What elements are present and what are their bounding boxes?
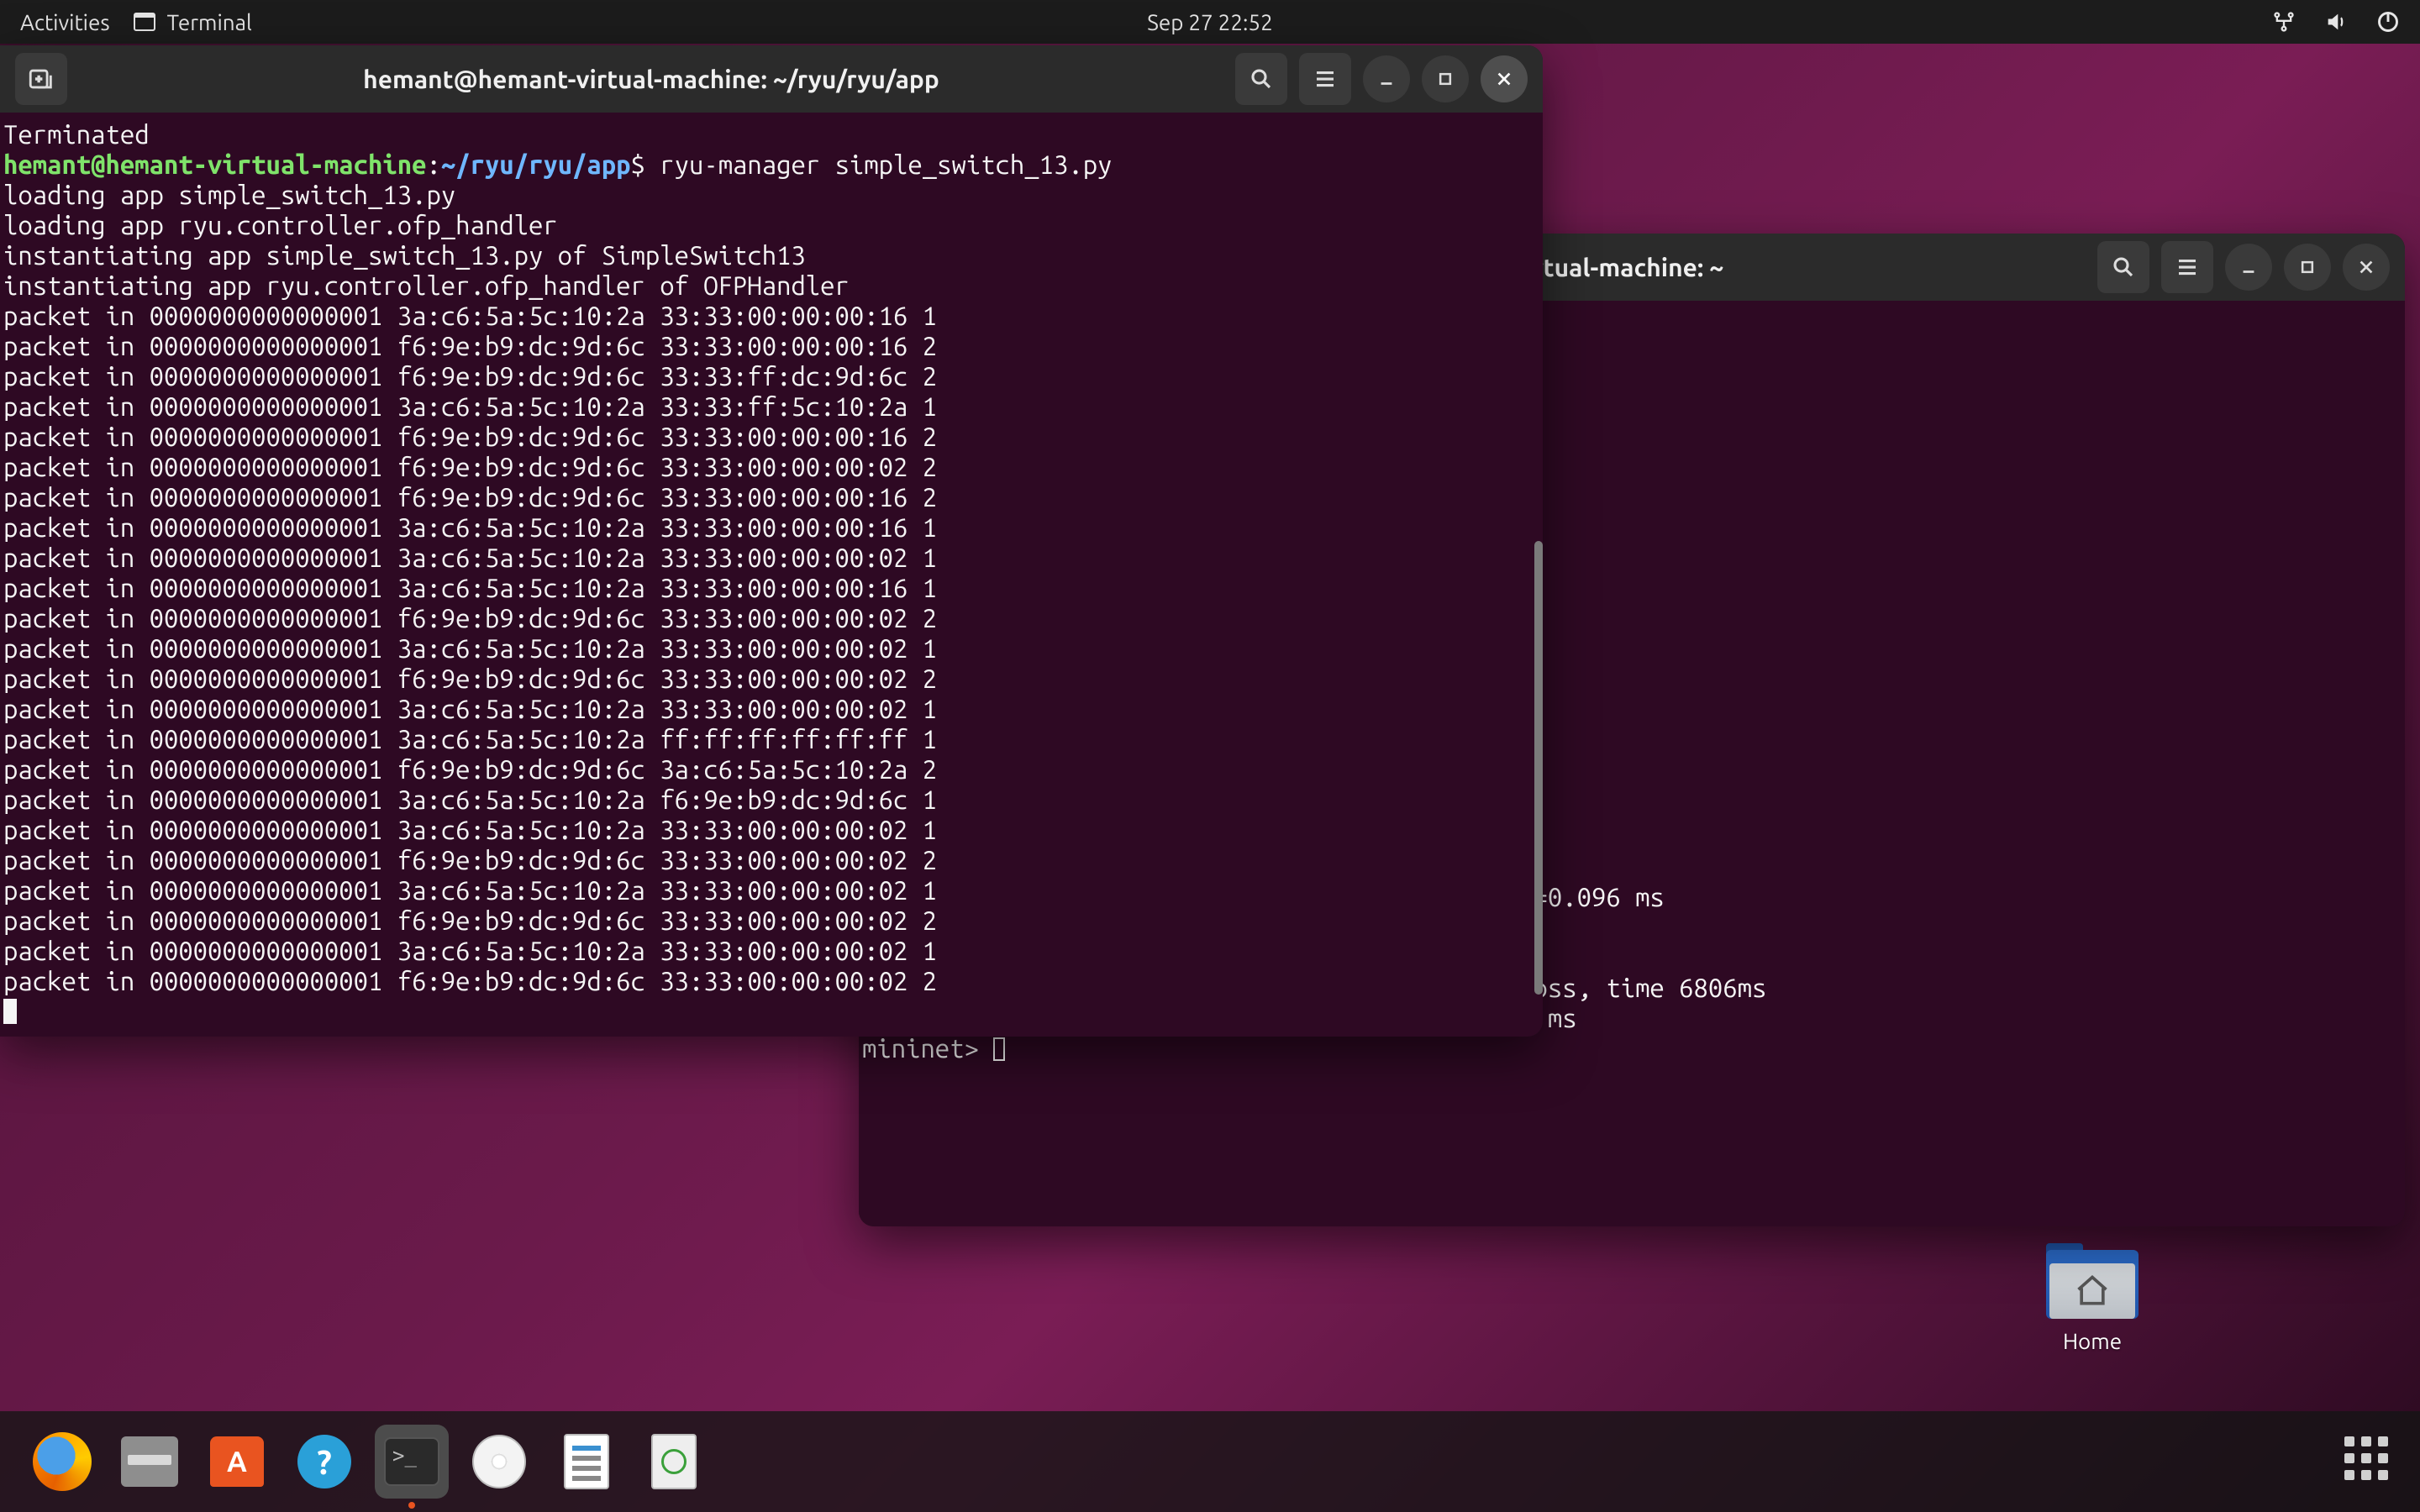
dock-item-diskutil[interactable]	[637, 1425, 711, 1499]
dock: ?	[0, 1411, 2420, 1512]
desktop-icon-label: Home	[2025, 1329, 2160, 1353]
dock-item-terminal[interactable]	[375, 1425, 449, 1499]
search-button[interactable]	[1235, 53, 1287, 105]
help-icon: ?	[297, 1435, 351, 1488]
minimize-button[interactable]	[2225, 244, 2272, 291]
maximize-button[interactable]	[2284, 244, 2331, 291]
hamburger-menu-button[interactable]	[1299, 53, 1351, 105]
appmenu-label: Terminal	[167, 10, 252, 34]
terminal-icon	[384, 1437, 439, 1486]
dock-item-software[interactable]	[200, 1425, 274, 1499]
minimize-button[interactable]	[1363, 55, 1410, 102]
disc-icon	[472, 1435, 526, 1488]
appmenu-terminal[interactable]: Terminal	[134, 10, 252, 34]
dock-item-disc[interactable]	[462, 1425, 536, 1499]
dock-item-firefox[interactable]	[25, 1425, 99, 1499]
files-icon	[121, 1436, 178, 1487]
terminal-output[interactable]: Terminated hemant@hemant-virtual-machine…	[0, 113, 1543, 1037]
gnome-topbar: Activities Terminal Sep 27 22:52	[0, 0, 2420, 44]
power-icon[interactable]	[2376, 10, 2400, 34]
desktop-icon-home[interactable]: Home	[2025, 1243, 2160, 1353]
dock-item-help[interactable]: ?	[287, 1425, 361, 1499]
diskutil-icon	[651, 1434, 697, 1489]
clock[interactable]: Sep 27 22:52	[1147, 10, 1272, 34]
software-icon	[210, 1436, 264, 1487]
close-button[interactable]	[2343, 244, 2390, 291]
firefox-icon	[33, 1432, 92, 1491]
folder-icon	[2046, 1243, 2139, 1319]
maximize-button[interactable]	[1422, 55, 1469, 102]
dock-item-texteditor[interactable]	[550, 1425, 623, 1499]
network-icon[interactable]	[2272, 10, 2296, 34]
hamburger-menu-button[interactable]	[2161, 241, 2213, 293]
dock-item-files[interactable]	[113, 1425, 187, 1499]
scrollbar-thumb[interactable]	[1534, 541, 1543, 995]
texteditor-icon	[564, 1434, 609, 1489]
terminal-icon	[134, 13, 155, 31]
terminal-headerbar: hemant@hemant-virtual-machine: ~/ryu/ryu…	[0, 45, 1543, 113]
terminal-title: hemant@hemant-virtual-machine: ~/ryu/ryu…	[79, 65, 1223, 93]
search-button[interactable]	[2097, 241, 2149, 293]
activities-button[interactable]: Activities	[20, 10, 110, 34]
close-button[interactable]	[1481, 55, 1528, 102]
terminal-window-ryu[interactable]: hemant@hemant-virtual-machine: ~/ryu/ryu…	[0, 45, 1543, 1037]
datetime-label: Sep 27 22:52	[1147, 10, 1272, 34]
volume-icon[interactable]	[2324, 10, 2348, 34]
show-applications-button[interactable]	[2344, 1436, 2395, 1487]
new-tab-button[interactable]	[15, 53, 67, 105]
